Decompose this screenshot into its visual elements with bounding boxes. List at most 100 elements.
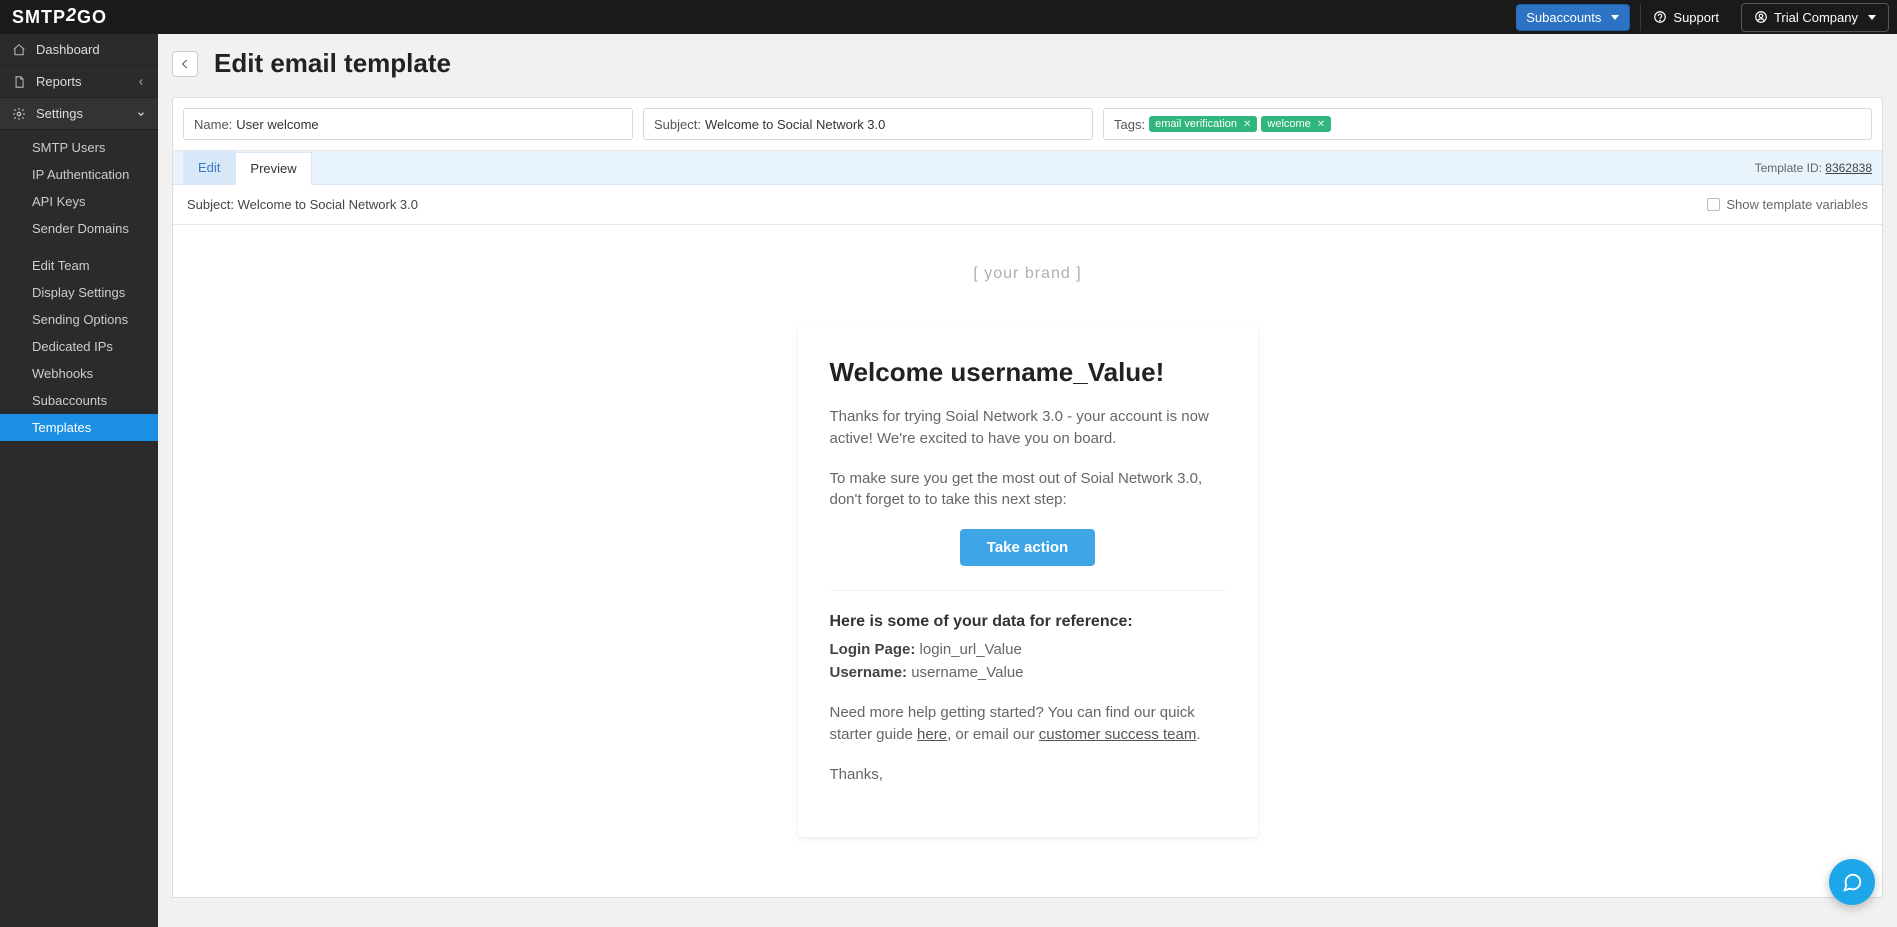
tab-label: Edit xyxy=(198,160,220,175)
help-team-link[interactable]: customer success team xyxy=(1039,726,1197,743)
chat-icon xyxy=(1841,871,1863,893)
name-label: Name: xyxy=(194,117,232,132)
sidebar-item-sending-options[interactable]: Sending Options xyxy=(0,306,158,333)
preview-subject-value: Welcome to Social Network 3.0 xyxy=(238,197,418,212)
preview-subject-row: Subject: Welcome to Social Network 3.0 S… xyxy=(173,185,1882,225)
label: Templates xyxy=(32,420,91,435)
username-label: Username: xyxy=(830,664,908,681)
nav-reports[interactable]: Reports xyxy=(0,66,158,98)
sidebar-item-sender-domains[interactable]: Sender Domains xyxy=(0,215,158,242)
tab-preview[interactable]: Preview xyxy=(235,152,311,185)
subject-field[interactable]: Subject: Welcome to Social Network 3.0 xyxy=(643,108,1093,140)
template-id-label: Template ID: xyxy=(1755,161,1822,175)
sidebar-item-webhooks[interactable]: Webhooks xyxy=(0,360,158,387)
subject-value: Welcome to Social Network 3.0 xyxy=(705,117,885,132)
label: Sending Options xyxy=(32,312,128,327)
email-paragraph-2: To make sure you get the most out of Soi… xyxy=(830,468,1226,512)
help-mid: , or email our xyxy=(947,726,1039,743)
username-kv: Username: username_Value xyxy=(830,662,1226,685)
company-label: Trial Company xyxy=(1774,10,1858,25)
tab-label: Preview xyxy=(250,161,296,176)
close-icon[interactable]: ✕ xyxy=(1243,119,1251,130)
chevron-left-icon xyxy=(178,57,192,71)
subaccounts-label: Subaccounts xyxy=(1526,10,1601,25)
sidebar-item-edit-team[interactable]: Edit Team xyxy=(0,252,158,279)
login-value: login_url_Value xyxy=(920,641,1022,658)
name-value: User welcome xyxy=(236,117,318,132)
subaccounts-button[interactable]: Subaccounts xyxy=(1516,4,1630,31)
nav-dashboard[interactable]: Dashboard xyxy=(0,34,158,66)
label: Dedicated IPs xyxy=(32,339,113,354)
thanks-line: Thanks, xyxy=(830,764,1226,786)
preview-subject-label: Subject: xyxy=(187,197,234,212)
cta-button[interactable]: Take action xyxy=(960,529,1095,566)
gear-icon xyxy=(12,107,26,121)
name-field[interactable]: Name: User welcome xyxy=(183,108,633,140)
show-vars-control[interactable]: Show template variables xyxy=(1707,197,1868,212)
logo-text-post: GO xyxy=(77,7,107,28)
label: Edit Team xyxy=(32,258,90,273)
support-icon xyxy=(1653,10,1667,24)
email-paragraph-1: Thanks for trying Soial Network 3.0 - yo… xyxy=(830,406,1226,450)
topbar: SMTP2GO Subaccounts Support Trial Compan… xyxy=(0,0,1897,34)
help-post: . xyxy=(1196,726,1200,743)
label: SMTP Users xyxy=(32,140,105,155)
shell: Dashboard Reports Settings SMTP Users IP… xyxy=(0,34,1897,927)
tab-edit[interactable]: Edit xyxy=(183,151,235,184)
support-button[interactable]: Support xyxy=(1640,4,1731,31)
label: Webhooks xyxy=(32,366,93,381)
settings-subnav: SMTP Users IP Authentication API Keys Se… xyxy=(0,130,158,445)
logo[interactable]: SMTP2GO xyxy=(12,7,107,28)
user-icon xyxy=(1754,10,1768,24)
chevron-down-icon xyxy=(1611,15,1619,20)
back-button[interactable] xyxy=(172,51,198,77)
tag-email-verification[interactable]: email verification ✕ xyxy=(1149,116,1257,132)
logo-text-pre: SMTP xyxy=(12,7,66,28)
help-here-link[interactable]: here xyxy=(917,726,947,743)
close-icon[interactable]: ✕ xyxy=(1317,119,1325,130)
show-vars-label: Show template variables xyxy=(1726,197,1868,212)
tag-label: email verification xyxy=(1155,118,1237,130)
sidebar-item-smtp-users[interactable]: SMTP Users xyxy=(0,134,158,161)
sidebar-item-dedicated-ips[interactable]: Dedicated IPs xyxy=(0,333,158,360)
template-id-link[interactable]: 8362838 xyxy=(1825,161,1872,175)
document-icon xyxy=(12,75,26,89)
label: API Keys xyxy=(32,194,85,209)
company-menu[interactable]: Trial Company xyxy=(1741,3,1889,32)
sidebar-item-subaccounts[interactable]: Subaccounts xyxy=(0,387,158,414)
nav-settings-label: Settings xyxy=(36,106,83,121)
username-value: username_Value xyxy=(911,664,1023,681)
sidebar-item-api-keys[interactable]: API Keys xyxy=(0,188,158,215)
nav-dashboard-label: Dashboard xyxy=(36,42,100,57)
login-kv: Login Page: login_url_Value xyxy=(830,639,1226,662)
cta-label: Take action xyxy=(987,539,1068,556)
home-icon xyxy=(12,43,26,57)
label: Subaccounts xyxy=(32,393,107,408)
chat-button[interactable] xyxy=(1829,859,1875,905)
nav-settings[interactable]: Settings xyxy=(0,98,158,130)
tags-field[interactable]: Tags: email verification ✕ welcome ✕ xyxy=(1103,108,1872,140)
fields-row: Name: User welcome Subject: Welcome to S… xyxy=(173,98,1882,151)
logo-text-mid: 2 xyxy=(66,5,77,26)
chevron-left-icon xyxy=(136,77,146,87)
chevron-down-icon xyxy=(136,109,146,119)
tabs-row: Edit Preview Template ID: 8362838 xyxy=(173,151,1882,185)
checkbox-icon[interactable] xyxy=(1707,198,1720,211)
template-panel: Name: User welcome Subject: Welcome to S… xyxy=(172,97,1883,898)
label: Sender Domains xyxy=(32,221,129,236)
preview-area: [ your brand ] Welcome username_Value! T… xyxy=(173,225,1882,897)
sidebar-item-ip-auth[interactable]: IP Authentication xyxy=(0,161,158,188)
reference-heading: Here is some of your data for reference: xyxy=(830,613,1226,631)
sidebar-item-templates[interactable]: Templates xyxy=(0,414,158,441)
tags-label: Tags: xyxy=(1114,117,1145,132)
divider xyxy=(830,590,1226,591)
brand-placeholder: [ your brand ] xyxy=(193,265,1862,283)
email-heading: Welcome username_Value! xyxy=(830,357,1226,388)
chevron-down-icon xyxy=(1868,15,1876,20)
tag-welcome[interactable]: welcome ✕ xyxy=(1261,116,1331,132)
sidebar-item-display-settings[interactable]: Display Settings xyxy=(0,279,158,306)
support-label: Support xyxy=(1673,10,1719,25)
help-paragraph: Need more help getting started? You can … xyxy=(830,702,1226,746)
page-header: Edit email template xyxy=(158,34,1897,97)
page-title: Edit email template xyxy=(214,48,451,79)
